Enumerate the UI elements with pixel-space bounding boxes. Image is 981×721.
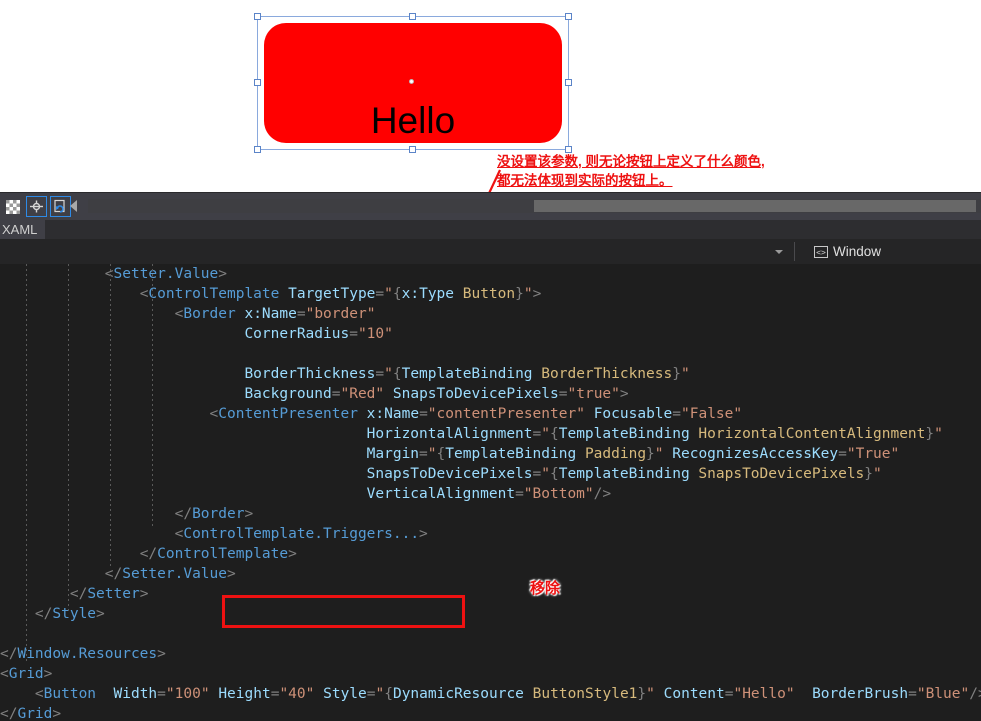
code-brackets-icon: <>: [813, 245, 828, 258]
code-line: HorizontalAlignment="{TemplateBinding Ho…: [366, 426, 943, 442]
code-line: <Border x:Name="border": [174, 306, 376, 322]
resize-handle-bottom-middle[interactable]: [409, 146, 416, 153]
indent-guide: [68, 264, 69, 612]
code-line: BorderThickness="{TemplateBinding Border…: [244, 366, 690, 382]
code-line: <ContentPresenter x:Name="contentPresent…: [209, 406, 743, 422]
resize-handle-top-left[interactable]: [254, 13, 261, 20]
code-line: <Setter.Value>: [105, 266, 227, 282]
code-line: Margin="{TemplateBinding Padding}" Recog…: [366, 446, 900, 462]
context-divider: [794, 242, 795, 261]
designer-preview-pane: Hello 没设置该参数, 则无论按钮上定义了什么颜色, 都无法体现到实际的按钮…: [0, 0, 981, 192]
tab-xaml[interactable]: XAML: [0, 220, 46, 239]
editor-tab-bar: XAML: [0, 220, 981, 239]
code-line: </Grid>: [0, 706, 62, 721]
annotation-note-line-1: 没设置该参数, 则无论按钮上定义了什么颜色,: [497, 154, 765, 169]
code-line: SnapsToDevicePixels="{TemplateBinding Sn…: [366, 466, 882, 482]
remove-annotation-label: 移除: [530, 580, 561, 597]
context-scope-selector[interactable]: <> Window: [813, 239, 881, 264]
indent-guide: [26, 264, 27, 632]
code-line: <Grid>: [0, 666, 53, 682]
preview-button-label: Hello: [370, 100, 456, 141]
indent-guide: [110, 264, 111, 569]
pan-tool-icon[interactable]: [26, 196, 47, 217]
code-line: </Style>: [34, 606, 105, 622]
annotation-note-line-2: 都无法体现到实际的按钮上。: [497, 173, 673, 189]
code-line: <Button Width="100" Height="40" Style="{…: [34, 686, 981, 702]
toolbar-overflow-arrow[interactable]: [70, 200, 77, 212]
designer-tool-group: [2, 196, 71, 217]
resize-handle-top-middle[interactable]: [409, 13, 416, 20]
code-line-container: <Setter.Value> <ControlTemplate TargetTy…: [0, 264, 981, 721]
chevron-down-icon[interactable]: [775, 250, 783, 254]
annotation-note: 没设置该参数, 则无论按钮上定义了什么颜色, 都无法体现到实际的按钮上。: [497, 152, 807, 190]
code-line: </ControlTemplate>: [139, 546, 297, 562]
refresh-tool-icon[interactable]: [50, 196, 71, 217]
highlight-box-removed-attribute: [222, 595, 465, 628]
xaml-code-editor[interactable]: <Setter.Value> <ControlTemplate TargetTy…: [0, 264, 981, 721]
code-line: VerticalAlignment="Bottom"/>: [366, 486, 612, 502]
code-line: Background="Red" SnapsToDevicePixels="tr…: [244, 386, 629, 402]
code-line: <ControlTemplate.Triggers...>: [174, 526, 428, 542]
horizontal-scrollbar-thumb[interactable]: [534, 200, 976, 212]
resize-handle-middle-right[interactable]: [565, 79, 572, 86]
indent-guide: [26, 634, 27, 664]
code-line: </Setter.Value>: [104, 566, 236, 582]
code-line: </Setter>: [69, 586, 149, 602]
resize-handle-top-right[interactable]: [565, 13, 572, 20]
code-line: </Border>: [174, 506, 254, 522]
editor-context-bar: <> Window: [0, 239, 981, 265]
resize-handle-bottom-left[interactable]: [254, 146, 261, 153]
code-line: CornerRadius="10": [244, 326, 393, 342]
checkerboard-icon[interactable]: [2, 196, 23, 217]
context-scope-label: Window: [832, 244, 881, 259]
indent-guide: [152, 264, 153, 529]
code-line: </Window.Resources>: [0, 646, 166, 662]
resize-handle-middle-left[interactable]: [254, 79, 261, 86]
center-anchor-dot: [409, 79, 414, 84]
code-line: <ControlTemplate TargetType="{x:Type But…: [139, 286, 542, 302]
